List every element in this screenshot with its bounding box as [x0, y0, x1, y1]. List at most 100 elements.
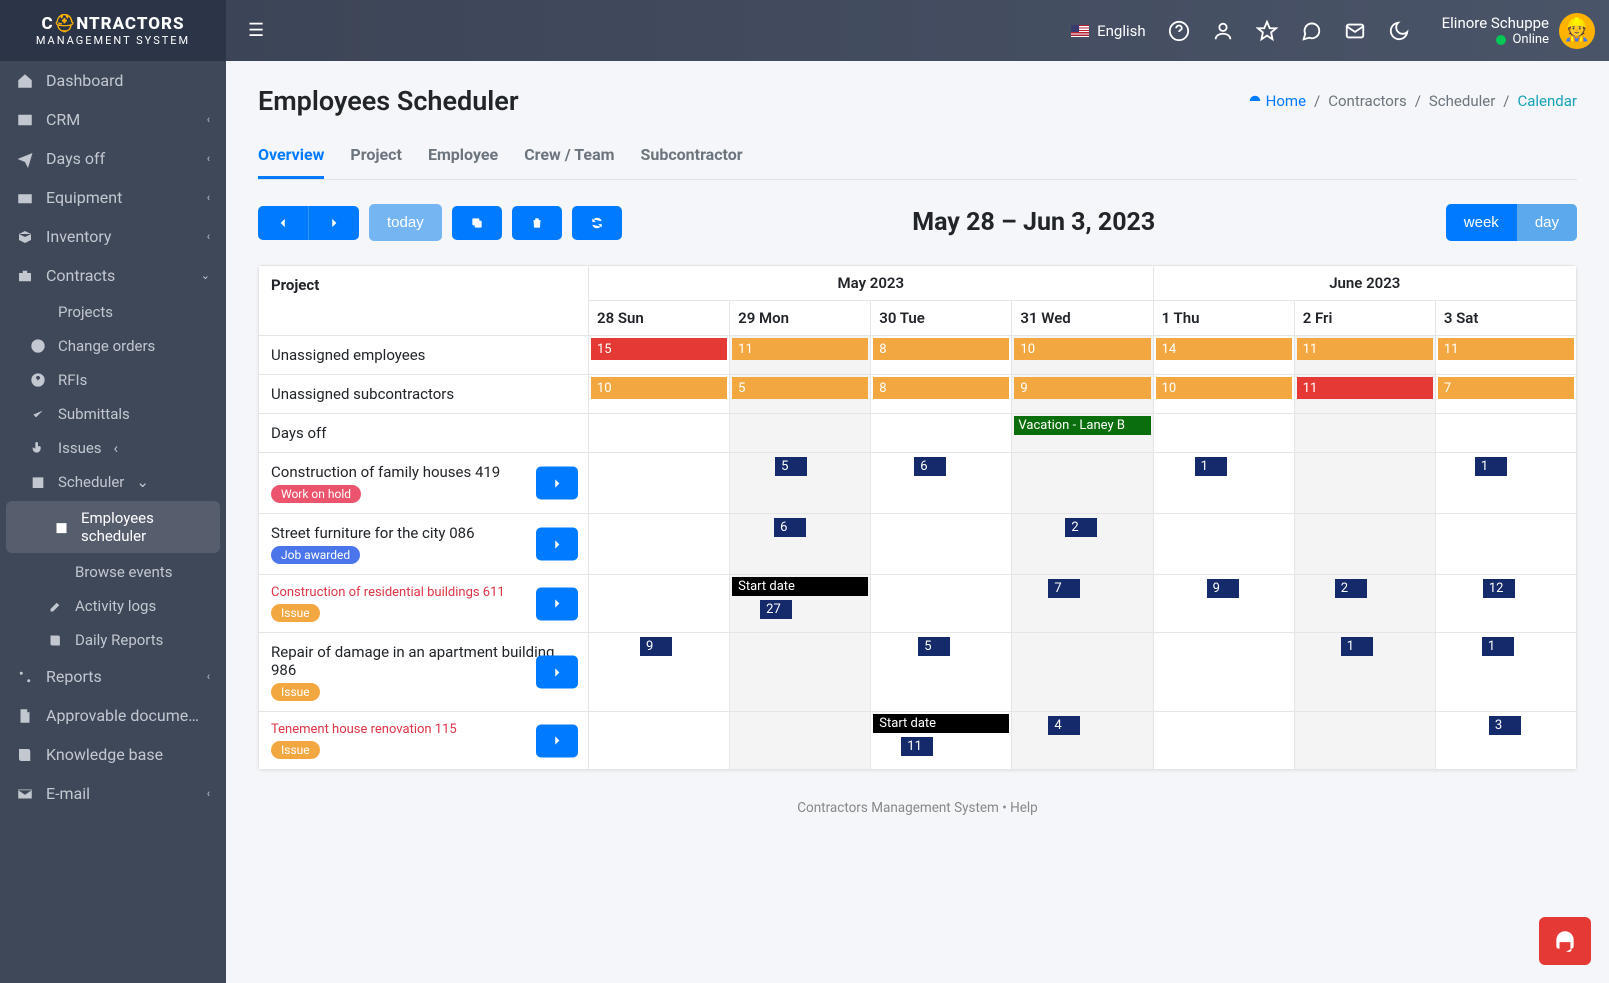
tab-subcontractor[interactable]: Subcontractor: [641, 133, 743, 179]
sidebar-item-daily-reports[interactable]: Daily Reports: [0, 623, 226, 657]
start-date-marker[interactable]: Start date: [873, 714, 1009, 733]
count-block[interactable]: 5: [918, 637, 950, 656]
count-block[interactable]: 6: [774, 518, 806, 537]
sidebar-item-reports[interactable]: Reports‹: [0, 657, 226, 696]
project-goto-button[interactable]: [536, 724, 578, 757]
count-block[interactable]: 11: [901, 737, 933, 756]
sidebar-item-change-orders[interactable]: Change orders: [0, 329, 226, 363]
count-bar[interactable]: 10: [591, 377, 727, 399]
sidebar-item-browse-events[interactable]: Browse events: [0, 555, 226, 589]
today-button[interactable]: today: [369, 204, 442, 241]
user-menu[interactable]: Elinore Schuppe Online 👷: [1432, 13, 1595, 49]
count-bar[interactable]: 14: [1156, 338, 1292, 360]
flag-icon: [1071, 25, 1089, 37]
project-goto-button[interactable]: [536, 528, 578, 561]
support-button[interactable]: [1539, 917, 1591, 965]
language-selector[interactable]: English: [1071, 22, 1146, 40]
chevron-left-icon: ‹: [207, 152, 210, 165]
breadcrumb-contractors[interactable]: Contractors: [1328, 92, 1406, 110]
count-block[interactable]: 7: [1048, 579, 1080, 598]
count-block[interactable]: 9: [640, 637, 672, 656]
count-block[interactable]: 1: [1475, 457, 1507, 476]
chat-icon[interactable]: [1300, 20, 1322, 42]
day-view-button[interactable]: day: [1517, 204, 1577, 241]
project-name: Tenement house renovation 115: [271, 722, 576, 737]
prev-button[interactable]: [258, 206, 308, 240]
count-block[interactable]: 1: [1341, 637, 1373, 656]
count-bar[interactable]: 8: [873, 377, 1009, 399]
breadcrumb-calendar: Calendar: [1517, 92, 1577, 110]
sidebar-item-submittals[interactable]: Submittals: [0, 397, 226, 431]
delete-button[interactable]: [512, 206, 562, 240]
count-bar[interactable]: 11: [1297, 377, 1433, 399]
sidebar-item-dashboard[interactable]: Dashboard: [0, 61, 226, 100]
next-button[interactable]: [308, 206, 359, 240]
vacation-event[interactable]: Vacation - Laney B: [1014, 416, 1150, 435]
status-badge: Work on hold: [271, 485, 361, 503]
count-bar[interactable]: 8: [873, 338, 1009, 360]
sidebar-item-scheduler[interactable]: Scheduler⌄: [0, 465, 226, 499]
sidebar-item-days-off[interactable]: Days off‹: [0, 139, 226, 178]
count-bar[interactable]: 11: [732, 338, 868, 360]
tab-employee[interactable]: Employee: [428, 133, 498, 179]
sidebar-item-issues[interactable]: Issues‹: [0, 431, 226, 465]
project-name: Construction of residential buildings 61…: [271, 585, 576, 600]
boxes-icon: [16, 189, 34, 207]
mail-icon[interactable]: [1344, 20, 1366, 42]
tab-overview[interactable]: Overview: [258, 133, 324, 179]
count-block[interactable]: 4: [1048, 716, 1080, 735]
sidebar-item-contracts[interactable]: Contracts⌄: [0, 256, 226, 295]
sidebar-item-activity-logs[interactable]: Activity logs: [0, 589, 226, 623]
count-block[interactable]: 12: [1483, 579, 1515, 598]
count-block[interactable]: 2: [1335, 579, 1367, 598]
count-bar[interactable]: 9: [1014, 377, 1150, 399]
chevron-down-icon: ⌄: [201, 269, 210, 282]
sidebar-item-projects[interactable]: Projects: [0, 295, 226, 329]
sidebar-item-rfis[interactable]: RFIs: [0, 363, 226, 397]
count-bar[interactable]: 10: [1156, 377, 1292, 399]
sidebar-item-inventory[interactable]: Inventory‹: [0, 217, 226, 256]
day-header-6: 3 Sat: [1435, 301, 1576, 336]
count-block[interactable]: 27: [760, 600, 792, 619]
sidebar-item-crm[interactable]: CRM‹: [0, 100, 226, 139]
sidebar-item-equipment[interactable]: Equipment‹: [0, 178, 226, 217]
project-goto-button[interactable]: [536, 587, 578, 620]
breadcrumb-home[interactable]: Home: [1266, 92, 1306, 110]
sidebar-item-employees-scheduler[interactable]: Employees scheduler: [6, 501, 220, 553]
breadcrumb-scheduler[interactable]: Scheduler: [1429, 92, 1495, 110]
sidebar-item-approvable-docume-[interactable]: Approvable docume…: [0, 696, 226, 735]
tab-project[interactable]: Project: [350, 133, 402, 179]
week-view-button[interactable]: week: [1446, 204, 1517, 241]
refresh-button[interactable]: [572, 206, 622, 240]
count-bar[interactable]: 11: [1297, 338, 1433, 360]
count-block[interactable]: 1: [1482, 637, 1514, 656]
moon-icon[interactable]: [1388, 20, 1410, 42]
tab-crew-team[interactable]: Crew / Team: [524, 133, 614, 179]
count-bar[interactable]: 10: [1014, 338, 1150, 360]
count-bar[interactable]: 7: [1438, 377, 1574, 399]
start-date-marker[interactable]: Start date: [732, 577, 868, 596]
count-block[interactable]: 9: [1207, 579, 1239, 598]
sidebar-item-knowledge-base[interactable]: Knowledge base: [0, 735, 226, 774]
chevron-left-icon: ‹: [114, 439, 119, 457]
day-header-2: 30 Tue: [871, 301, 1012, 336]
count-block[interactable]: 1: [1195, 457, 1227, 476]
count-block[interactable]: 5: [775, 457, 807, 476]
count-bar[interactable]: 15: [591, 338, 727, 360]
star-icon[interactable]: [1256, 20, 1278, 42]
count-block[interactable]: 2: [1065, 518, 1097, 537]
user-icon[interactable]: [1212, 20, 1234, 42]
count-block[interactable]: 6: [914, 457, 946, 476]
project-goto-button[interactable]: [536, 467, 578, 500]
check-icon: [30, 406, 46, 422]
logo[interactable]: C⛑NTRACTORS MANAGEMENT SYSTEM: [0, 0, 226, 61]
menu-toggle-button[interactable]: ☰: [226, 20, 286, 41]
help-icon[interactable]: [1168, 20, 1190, 42]
count-bar[interactable]: 5: [732, 377, 868, 399]
headset-icon: [1552, 928, 1578, 954]
project-goto-button[interactable]: [536, 656, 578, 689]
count-bar[interactable]: 11: [1438, 338, 1574, 360]
copy-button[interactable]: [452, 206, 502, 240]
sidebar-item-e-mail[interactable]: E-mail‹: [0, 774, 226, 813]
count-block[interactable]: 3: [1489, 716, 1521, 735]
